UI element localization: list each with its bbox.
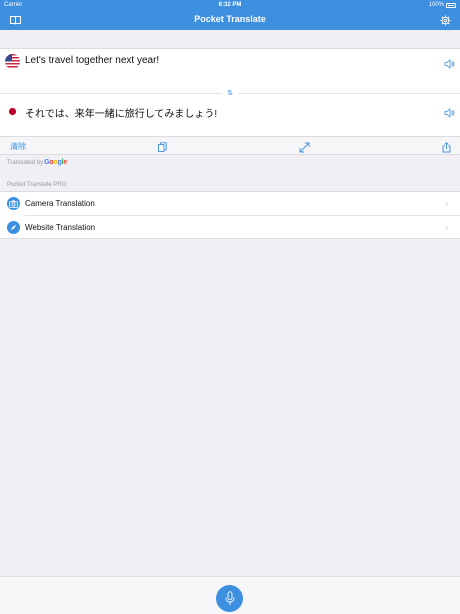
swap-icon[interactable]: ⇅ bbox=[222, 88, 238, 98]
pro-menu-list: Camera Translation › Website Translation… bbox=[0, 191, 460, 239]
expand-icon[interactable] bbox=[299, 140, 310, 153]
battery-percent: 100% bbox=[428, 2, 444, 8]
source-text[interactable]: Let's travel together next year! bbox=[25, 55, 159, 66]
share-icon[interactable] bbox=[441, 140, 452, 153]
clear-button[interactable]: 清除 bbox=[10, 141, 26, 152]
microphone-icon bbox=[225, 591, 234, 605]
source-speaker-icon[interactable] bbox=[444, 56, 455, 69]
page-title: Pocket Translate bbox=[194, 14, 266, 24]
attribution-prefix: Translated by bbox=[7, 160, 44, 166]
status-bar: Carrier 6:32 PM 100% bbox=[0, 0, 460, 10]
compass-icon bbox=[7, 221, 20, 234]
target-text[interactable]: それでは、来年一緒に旅行してみましょう! bbox=[25, 105, 217, 120]
bottom-bar bbox=[0, 576, 460, 614]
menu-item-label: Website Translation bbox=[25, 223, 96, 232]
website-translation-row[interactable]: Website Translation › bbox=[7, 215, 460, 238]
google-attribution: Translated by Google bbox=[7, 159, 67, 166]
google-logo: Google bbox=[44, 159, 68, 166]
status-time: 6:32 PM bbox=[218, 2, 242, 8]
action-toolbar: 清除 bbox=[0, 137, 460, 155]
menu-item-label: Camera Translation bbox=[25, 199, 95, 208]
microphone-button[interactable] bbox=[216, 585, 243, 612]
camera-translation-row[interactable]: Camera Translation › bbox=[0, 192, 460, 215]
translation-card: Let's travel together next year! ⇅ それでは、… bbox=[0, 48, 460, 137]
camera-icon bbox=[7, 197, 20, 210]
japan-flag-icon[interactable] bbox=[5, 104, 20, 119]
target-speaker-icon[interactable] bbox=[444, 105, 455, 118]
battery-indicator: 100% bbox=[429, 2, 456, 8]
spacer bbox=[0, 30, 460, 48]
battery-icon bbox=[446, 2, 456, 8]
nav-bar: Pocket Translate bbox=[0, 10, 460, 30]
chevron-right-icon: › bbox=[445, 222, 448, 232]
copy-icon[interactable] bbox=[157, 140, 168, 152]
pro-section-header: Pocket Translate PRO bbox=[7, 182, 67, 188]
gear-icon[interactable] bbox=[438, 13, 452, 27]
us-flag-icon[interactable] bbox=[5, 54, 20, 69]
chevron-right-icon: › bbox=[445, 198, 448, 208]
